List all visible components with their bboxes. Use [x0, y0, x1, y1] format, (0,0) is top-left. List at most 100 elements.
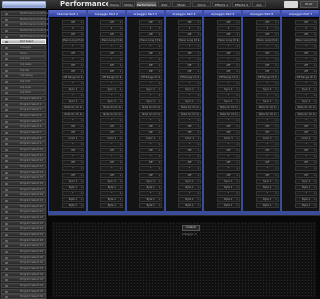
parameter-field[interactable]: Off ▾	[61, 50, 85, 56]
parameter-field[interactable]: 1 ▾	[139, 26, 163, 32]
parameter-field[interactable]: Off ▾	[100, 62, 124, 68]
sidebar-item[interactable]: Voice	[1, 50, 46, 56]
tab-utility[interactable]: Utility	[122, 1, 135, 7]
sidebar-item[interactable]: Program Select 14	[1, 169, 46, 175]
parameter-field[interactable]: Sync 1 ▾	[255, 99, 279, 105]
parameter-field[interactable]: Byte 1 ▾	[139, 196, 163, 202]
parameter-field[interactable]: Byte 1 ▾	[61, 196, 85, 202]
parameter-field[interactable]: * ▾	[216, 117, 240, 123]
parameter-field[interactable]: * ▾	[61, 117, 85, 123]
parameter-field[interactable]: Off ▾	[100, 129, 124, 135]
parameter-field[interactable]: Off ▾	[216, 32, 240, 38]
parameter-field[interactable]: Byte 1 ▾	[61, 203, 85, 208]
sidebar-item[interactable]: Program Select 34	[1, 283, 46, 288]
sidebar-item[interactable]: Program Select 21	[1, 209, 46, 215]
parameter-field[interactable]: Off ▾	[294, 129, 318, 135]
parameter-field[interactable]: Note On Ch 1 ▾	[216, 105, 240, 111]
tab-voice[interactable]: Voice	[192, 1, 211, 7]
sidebar-item[interactable]: Program Select 3	[1, 107, 46, 113]
parameter-field[interactable]: * ▾	[255, 154, 279, 160]
sidebar-item[interactable]: Program Select 32	[1, 271, 46, 277]
parameter-field[interactable]: * ▾	[100, 93, 124, 99]
logo-button[interactable]	[2, 1, 46, 8]
parameter-field[interactable]: Off ▾	[139, 129, 163, 135]
parameter-field[interactable]: 1 ▾	[216, 26, 240, 32]
column-header[interactable]: Arpeggio Part 7	[282, 10, 319, 18]
parameter-field[interactable]: Off ▾	[294, 160, 318, 166]
column-header[interactable]: Internal Part 1	[49, 10, 86, 18]
parameter-field[interactable]: Off ▾	[178, 172, 201, 178]
parameter-field[interactable]: Sync 1 ▾	[178, 178, 201, 184]
parameter-field[interactable]: Color 1 ▾	[61, 135, 85, 141]
parameter-field[interactable]: * ▾	[100, 190, 124, 196]
parameter-field[interactable]: Sync 1 ▾	[139, 99, 163, 105]
parameter-field[interactable]: Off ▾	[61, 129, 85, 135]
parameter-field[interactable]: * ▾	[178, 81, 201, 86]
parameter-field[interactable]: Byte 1 ▾	[178, 203, 201, 208]
parameter-field[interactable]: Off ▾	[100, 32, 124, 38]
parameter-field[interactable]: Off ▾	[255, 50, 279, 56]
parameter-field[interactable]: * ▾	[100, 56, 124, 62]
parameter-field[interactable]: Byte 1 ▾	[178, 184, 201, 190]
parameter-field[interactable]: Off ▾	[294, 68, 318, 74]
sidebar-item[interactable]: Program Select 12	[1, 158, 46, 164]
sidebar-item[interactable]: Program Select 22	[1, 215, 46, 220]
parameter-field[interactable]: Off ▾	[255, 62, 279, 68]
parameter-field[interactable]: * ▾	[178, 117, 201, 123]
parameter-field[interactable]: Color 1 ▾	[294, 135, 318, 141]
parameter-field[interactable]: Off ▾	[61, 20, 85, 25]
parameter-field[interactable]: Off ▾	[216, 68, 240, 74]
sidebar-item[interactable]: Program Select 24	[1, 226, 46, 232]
parameter-field[interactable]: * ▾	[216, 81, 240, 86]
parameter-field[interactable]: Off ▾	[61, 62, 85, 68]
parameter-field[interactable]: * ▾	[178, 56, 201, 62]
sidebar-item[interactable]: Program Select 36	[1, 294, 46, 299]
parameter-field[interactable]: 1 ▾	[100, 26, 124, 32]
parameter-field[interactable]: Off ▾	[216, 172, 240, 178]
sidebar-item[interactable]: Program Select 1	[1, 96, 46, 101]
parameter-field[interactable]: Note On Ch 1 ▾	[216, 111, 240, 117]
parameter-field[interactable]: * ▾	[139, 44, 163, 50]
parameter-field[interactable]: Off ▾	[100, 148, 124, 154]
parameter-field[interactable]: Off ▾	[61, 160, 85, 166]
parameter-field[interactable]: Sync 1 ▾	[61, 178, 85, 184]
parameter-field[interactable]: Off ▾	[100, 160, 124, 166]
sidebar-item[interactable]: Program Select 26	[1, 237, 46, 243]
parameter-field[interactable]: * ▾	[294, 154, 318, 160]
parameter-field[interactable]: * ▾	[255, 44, 279, 50]
parameter-field[interactable]: Note On Ch 1 ▾	[139, 105, 163, 111]
parameter-field[interactable]: * ▾	[178, 166, 201, 172]
parameter-field[interactable]: Note On Ch 1 ▾	[100, 105, 124, 111]
parameter-field[interactable]: Off ▾	[294, 32, 318, 38]
parameter-field[interactable]: Off ▾	[139, 20, 163, 25]
parameter-field[interactable]: Note On Ch 1 ▾	[178, 111, 201, 117]
parameter-field[interactable]: Byte 1 ▾	[255, 196, 279, 202]
sidebar-item[interactable]: Program Select 13	[1, 164, 46, 169]
tab-effects-1[interactable]: Effects 1	[212, 1, 231, 7]
parameter-field[interactable]: * ▾	[178, 154, 201, 160]
parameter-field[interactable]: Sync 1 ▾	[294, 178, 318, 184]
sidebar-item[interactable]: Performance Control 5	[1, 33, 48, 39]
parameter-field[interactable]: * ▾	[294, 190, 318, 196]
parameter-field[interactable]: Piano Long Ch 1 ▾	[294, 38, 318, 44]
parameter-field[interactable]: Sync 1 ▾	[178, 87, 201, 93]
tab-home[interactable]: Home	[108, 1, 121, 7]
parameter-field[interactable]: Piano Long Ch 1 ▾	[139, 38, 163, 44]
sidebar-item[interactable]: Arp Vel	[1, 67, 46, 73]
parameter-field[interactable]: Sync 1 ▾	[255, 178, 279, 184]
parameter-field[interactable]: Off ▾	[216, 148, 240, 154]
parameter-field[interactable]: Note On Ch 1 ▾	[61, 111, 85, 117]
parameter-field[interactable]: Sync 1 ▾	[178, 99, 201, 105]
parameter-field[interactable]: * ▾	[100, 166, 124, 172]
parameter-field[interactable]: * ▾	[255, 117, 279, 123]
sidebar-item[interactable]: Program Select 5	[1, 118, 46, 124]
parameter-field[interactable]: Byte 1 ▾	[294, 203, 318, 208]
parameter-field[interactable]: Off ▾	[61, 68, 85, 74]
sidebar-item[interactable]: Program Select 8	[1, 135, 46, 141]
parameter-field[interactable]: * ▾	[216, 44, 240, 50]
parameter-field[interactable]: * ▾	[255, 81, 279, 86]
parameter-field[interactable]: Off ▾	[216, 129, 240, 135]
sidebar-item[interactable]: Performance Control 1	[1, 11, 48, 16]
parameter-field[interactable]: Off ▾	[178, 123, 201, 129]
parameter-field[interactable]: Off ▾	[216, 50, 240, 56]
